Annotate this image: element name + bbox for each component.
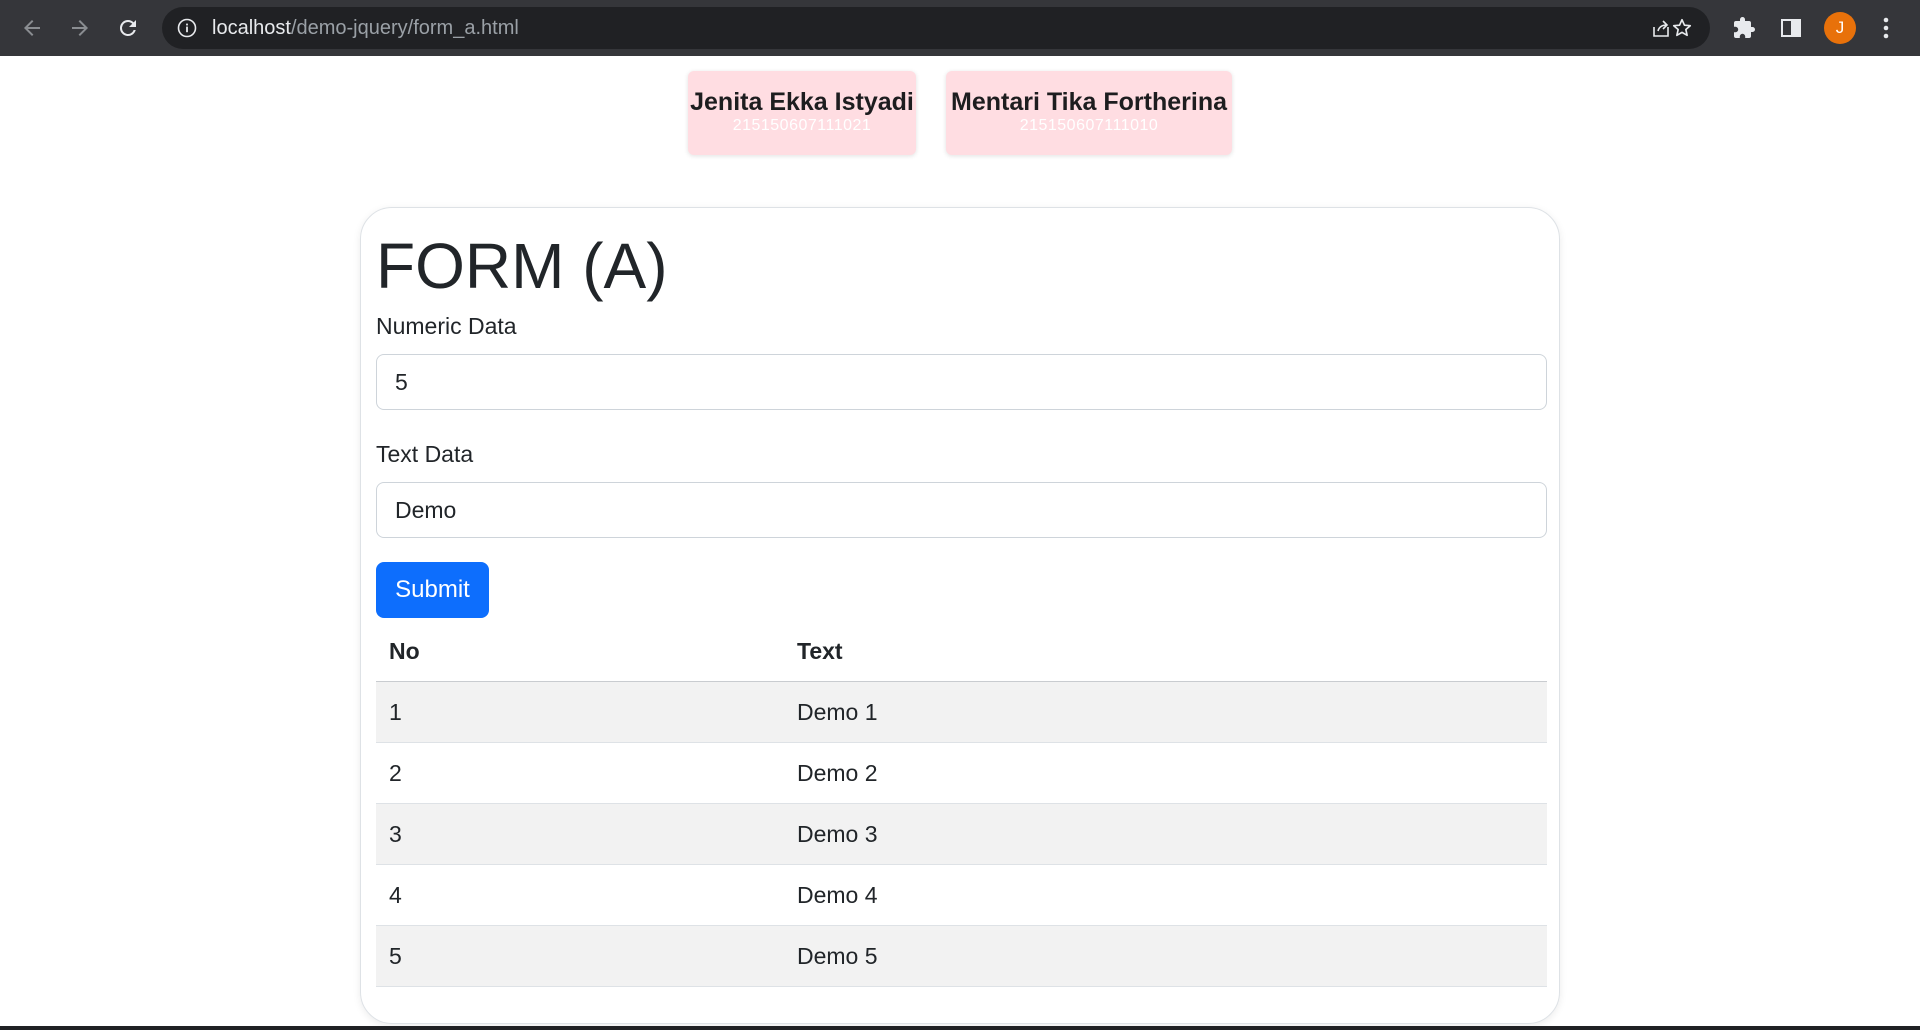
data-table: No Text 1 Demo 1 2 Demo 2 3 Demo 3 4 Dem…	[376, 620, 1547, 987]
page-content: Jenita Ekka Istyadi 215150607111021 Ment…	[0, 56, 1920, 1030]
table-cell-text: Demo 1	[797, 699, 878, 725]
forward-arrow-icon[interactable]	[62, 10, 98, 46]
info-icon[interactable]	[176, 17, 198, 39]
table-row: 3 Demo 3	[376, 804, 1547, 865]
back-arrow-icon[interactable]	[14, 10, 50, 46]
table-cell-text: Demo 2	[797, 760, 878, 786]
column-header-no: No	[389, 638, 420, 664]
table-cell-text: Demo 3	[797, 821, 878, 847]
table-cell-no: 1	[389, 699, 402, 725]
table-cell-no: 2	[389, 760, 402, 786]
table-cell-no: 3	[389, 821, 402, 847]
url-host: localhost	[212, 17, 291, 39]
numeric-data-input[interactable]	[376, 354, 1547, 410]
url-text: localhost/demo-jquery/form_a.html	[212, 17, 519, 39]
author-id: 215150607111021	[732, 117, 872, 134]
page-title: FORM (A)	[376, 230, 668, 302]
table-cell-text: Demo 4	[797, 882, 878, 908]
submit-button[interactable]: Submit	[376, 562, 489, 618]
url-path: /demo-jquery/form_a.html	[290, 17, 519, 39]
reload-icon[interactable]	[110, 10, 146, 46]
text-data-input[interactable]	[376, 482, 1547, 538]
table-cell-no: 5	[389, 943, 402, 969]
profile-avatar[interactable]: J	[1824, 12, 1856, 44]
author-card-2: Mentari Tika Fortherina 215150607111010	[946, 71, 1232, 155]
address-bar[interactable]: localhost/demo-jquery/form_a.html	[162, 7, 1710, 49]
table-cell-no: 4	[389, 882, 402, 908]
browser-toolbar: localhost/demo-jquery/form_a.html J	[0, 0, 1920, 56]
table-row: 4 Demo 4	[376, 865, 1547, 926]
text-data-label: Text Data	[376, 441, 474, 467]
form-card: FORM (A) Numeric Data Text Data Submit N…	[360, 207, 1560, 1024]
table-row: 5 Demo 5	[376, 926, 1547, 987]
table-cell-text: Demo 5	[797, 943, 878, 969]
author-name: Jenita Ekka Istyadi	[690, 88, 914, 116]
author-card-1: Jenita Ekka Istyadi 215150607111021	[688, 71, 916, 155]
puzzle-icon[interactable]	[1730, 14, 1758, 42]
numeric-data-label: Numeric Data	[376, 313, 517, 339]
bookmark-star-icon[interactable]	[1668, 14, 1696, 42]
author-name: Mentari Tika Fortherina	[951, 88, 1227, 116]
window-bottom-edge	[0, 1026, 1920, 1030]
table-row: 2 Demo 2	[376, 743, 1547, 804]
table-row: 1 Demo 1	[376, 682, 1547, 743]
author-id: 215150607111010	[1019, 117, 1159, 134]
side-panel-icon[interactable]	[1777, 14, 1805, 42]
column-header-text: Text	[797, 638, 843, 664]
table-header-row: No Text	[376, 620, 1547, 682]
kebab-menu-icon[interactable]	[1872, 14, 1900, 42]
